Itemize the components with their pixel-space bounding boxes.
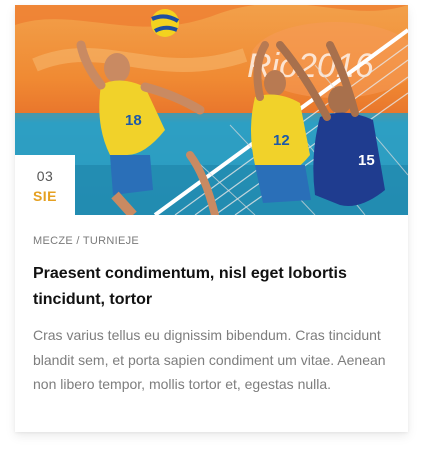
jersey-number-middle: 12 [273, 132, 290, 149]
post-excerpt: Cras varius tellus eu dignissim bibendum… [33, 327, 386, 392]
date-day: 03 [36, 168, 54, 184]
jersey-number-left: 18 [125, 112, 142, 129]
post-card[interactable]: Rio2016 18 12 15 03 SIE MECZE / TURNIEJE… [15, 5, 408, 432]
date-month: SIE [32, 188, 58, 204]
post-title[interactable]: Praesent condimentum, nisl eget lobortis… [33, 261, 390, 313]
post-content: MECZE / TURNIEJE Praesent condimentum, n… [15, 215, 408, 397]
post-image[interactable]: Rio2016 18 12 15 03 SIE [15, 5, 408, 215]
post-category[interactable]: MECZE / TURNIEJE [33, 235, 390, 247]
date-badge: 03 SIE [15, 155, 75, 215]
jersey-number-right: 15 [358, 152, 375, 169]
volleyball-ball [151, 9, 180, 37]
